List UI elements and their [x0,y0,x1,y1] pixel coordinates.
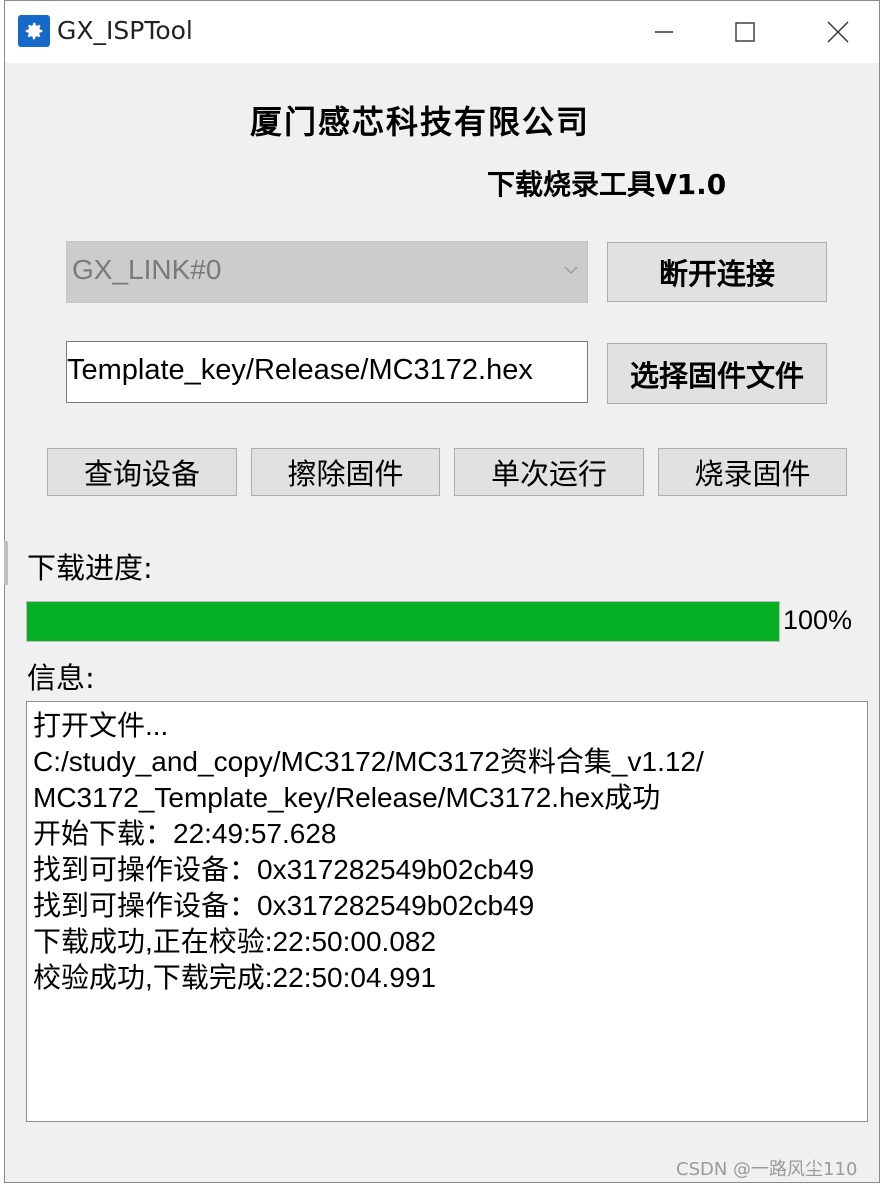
flash-firmware-button[interactable]: 烧录固件 [658,448,847,496]
progress-fill [27,602,779,641]
log-line: 找到可操作设备：0x317282549b02cb49 [33,854,535,885]
minimize-button[interactable] [641,9,687,55]
app-window: GX_ISPTool 厦门感芯科技有限公司 下载烧录工具V1.0 GX_LINK… [4,0,880,1183]
company-name: 厦门感芯科技有限公司 [249,103,590,141]
erase-firmware-button[interactable]: 擦除固件 [251,448,440,496]
run-once-button[interactable]: 单次运行 [454,448,644,496]
log-label: 信息: [27,661,95,695]
log-line: 校验成功,下载完成:22:50:04.991 [33,962,437,993]
maximize-button[interactable] [722,9,768,55]
log-textarea[interactable]: 打开文件... C:/study_and_copy/MC3172/MC3172资… [26,701,868,1122]
log-line: 找到可操作设备：0x317282549b02cb49 [33,890,535,921]
window-title: GX_ISPTool [57,16,193,45]
title-bar: GX_ISPTool [5,1,879,63]
close-icon [827,21,849,43]
log-line: MC3172_Template_key/Release/MC3172.hex成功 [33,782,661,813]
tool-title: 下载烧录工具V1.0 [487,168,727,201]
device-select-value: GX_LINK#0 [72,254,222,285]
disconnect-button[interactable]: 断开连接 [607,242,827,302]
window-edge-marker [4,541,8,585]
log-line: 下载成功,正在校验:22:50:00.082 [33,926,437,957]
query-device-button[interactable]: 查询设备 [47,448,237,496]
select-firmware-button[interactable]: 选择固件文件 [607,343,827,404]
minimize-icon [655,31,673,33]
close-button[interactable] [815,9,861,55]
log-line: C:/study_and_copy/MC3172/MC3172资料合集_v1.1… [33,746,704,777]
gear-icon [18,15,50,47]
progress-percent: 100% [783,605,853,635]
progress-label: 下载进度: [27,551,153,585]
log-line: 打开文件... [33,710,169,741]
watermark: CSDN @一路风尘110 [676,1159,858,1180]
chevron-down-icon [564,266,578,275]
download-progress-bar [26,601,780,642]
log-line: 开始下载：22:49:57.628 [33,818,337,849]
device-select[interactable]: GX_LINK#0 [66,241,588,303]
firmware-path-field[interactable]: Template_key/Release/MC3172.hex [66,341,588,403]
firmware-path-value: Template_key/Release/MC3172.hex [67,354,533,386]
maximize-icon [735,22,755,42]
